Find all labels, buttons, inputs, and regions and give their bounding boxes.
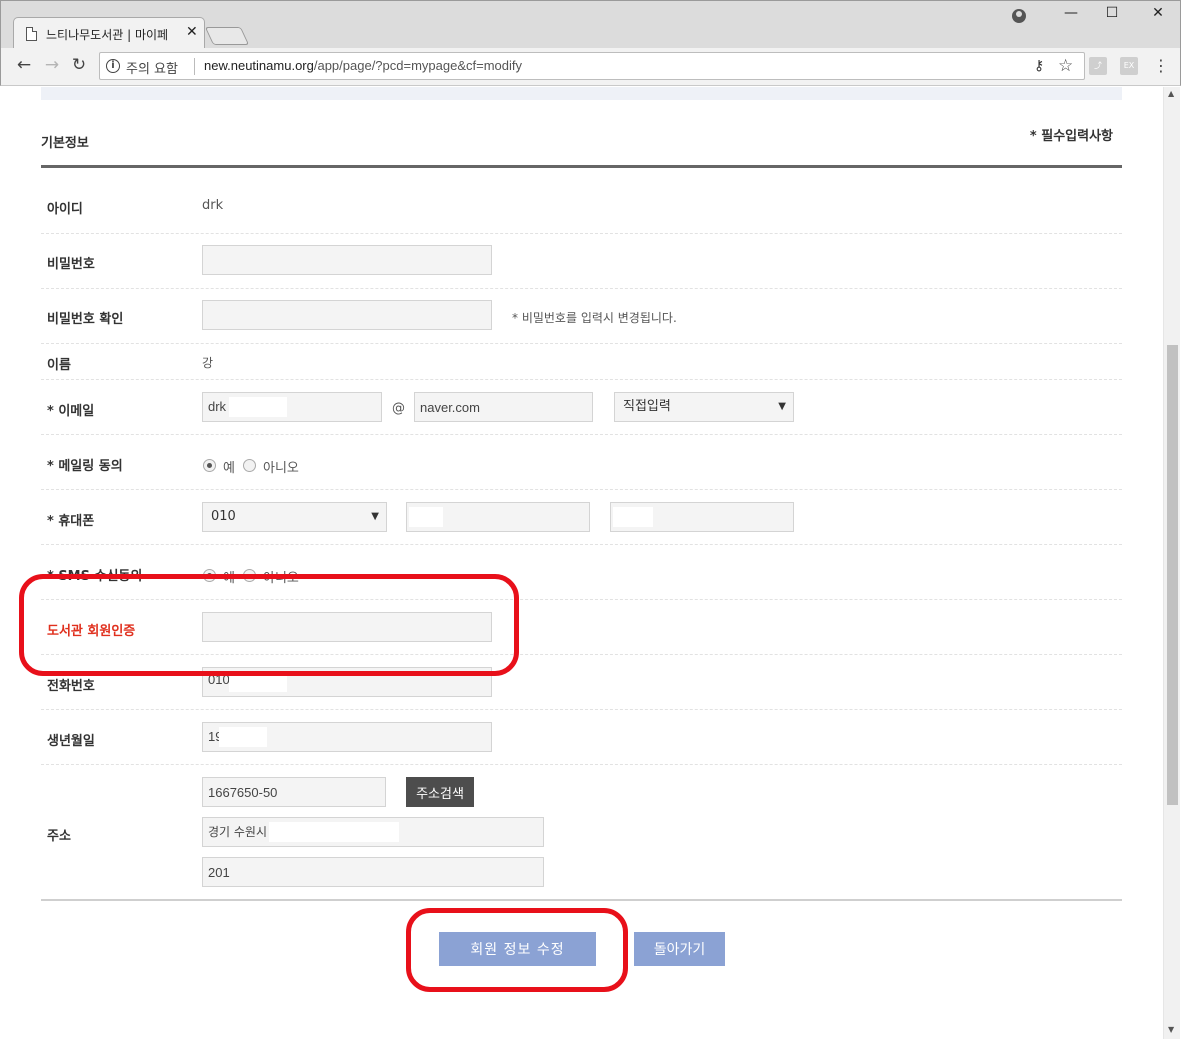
info-icon[interactable]: i xyxy=(106,59,120,73)
page-scrollbar[interactable]: ▲ ▼ xyxy=(1163,87,1180,1039)
mailing-yes-label[interactable]: 예 xyxy=(223,457,235,476)
maximize-button[interactable]: ☐ xyxy=(1097,5,1127,21)
scroll-up-arrow-icon[interactable]: ▲ xyxy=(1168,89,1174,98)
email-domain-select[interactable]: 직접입력 ▼ xyxy=(614,392,794,422)
redaction-mask xyxy=(409,507,443,527)
label-password-confirm: 비밀번호 확인 xyxy=(47,312,124,327)
browser-titlebar: 느티나무도서관 | 마이페 ✕ — ☐ ✕ xyxy=(0,0,1181,49)
browser-tab[interactable]: 느티나무도서관 | 마이페 ✕ xyxy=(13,17,205,49)
pdf-icon[interactable]: ⤴ xyxy=(1089,57,1107,75)
section-divider xyxy=(41,165,1122,168)
top-banner-strip xyxy=(41,87,1122,100)
password-confirm-field[interactable] xyxy=(202,300,492,330)
row-divider xyxy=(41,379,1122,380)
forward-arrow-icon[interactable]: → xyxy=(41,55,63,75)
row-divider xyxy=(41,764,1122,765)
label-address: 주소 xyxy=(47,829,71,844)
row-divider xyxy=(41,233,1122,234)
row-divider xyxy=(41,343,1122,344)
section-title: 기본정보 xyxy=(41,136,89,151)
new-tab-button[interactable] xyxy=(204,27,250,45)
row-divider xyxy=(41,544,1122,545)
page-viewport: 기본정보 * 필수입력사항 아이디 drk 비밀번호 비밀번호 확인 * 비밀번… xyxy=(1,87,1163,1039)
mailing-yes-radio[interactable] xyxy=(203,459,216,472)
mobile-prefix-select[interactable]: 010 ▼ xyxy=(202,502,387,532)
id-value: drk xyxy=(202,198,224,213)
key-icon[interactable]: ⚷ xyxy=(1034,58,1044,74)
scroll-thumb[interactable] xyxy=(1167,345,1178,805)
form-bottom-divider xyxy=(41,899,1122,901)
ex-icon[interactable]: EX xyxy=(1120,57,1138,75)
password-field[interactable] xyxy=(202,245,492,275)
address-search-button[interactable]: 주소검색 xyxy=(406,777,474,807)
row-divider xyxy=(41,434,1122,435)
back-arrow-icon[interactable]: ← xyxy=(13,55,35,75)
highlight-update-button xyxy=(406,908,628,992)
browser-toolbar: ← → ↻ i 주의 요함 new.neutinamu.org/app/page… xyxy=(0,48,1181,86)
email-domain-select-value: 직접입력 xyxy=(623,399,671,414)
user-account-icon[interactable] xyxy=(1012,9,1026,23)
required-note: * 필수입력사항 xyxy=(1029,129,1113,144)
password-helper-text: * 비밀번호를 입력시 변경됩니다. xyxy=(512,311,677,325)
label-mobile: * 휴대폰 xyxy=(47,514,95,529)
label-password: 비밀번호 xyxy=(47,257,95,272)
menu-icon[interactable]: ⋮ xyxy=(1153,56,1169,75)
label-mailing: * 메일링 동의 xyxy=(47,459,123,474)
row-divider xyxy=(41,489,1122,490)
label-id: 아이디 xyxy=(47,202,83,217)
document-icon xyxy=(26,27,37,41)
mobile-prefix-value: 010 xyxy=(211,509,236,524)
label-birth: 생년월일 xyxy=(47,734,95,749)
label-phone: 전화번호 xyxy=(47,679,95,694)
mailing-no-radio[interactable] xyxy=(243,459,256,472)
redaction-mask xyxy=(229,397,287,417)
redaction-mask xyxy=(269,822,399,842)
name-value: 강 xyxy=(202,356,214,370)
tab-title: 느티나무도서관 | 마이페 xyxy=(46,28,169,42)
go-back-button[interactable]: 돌아가기 xyxy=(634,932,725,966)
dropdown-arrow-icon: ▼ xyxy=(778,401,786,412)
close-window-button[interactable]: ✕ xyxy=(1143,5,1173,21)
email-domain-field[interactable] xyxy=(414,392,593,422)
url-text[interactable]: new.neutinamu.org/app/page/?pcd=mypage&c… xyxy=(204,58,522,73)
label-email: * 이메일 xyxy=(47,404,95,419)
address-line2-field[interactable] xyxy=(202,857,544,887)
minimize-button[interactable]: — xyxy=(1056,5,1086,21)
row-divider xyxy=(41,288,1122,289)
redaction-mask xyxy=(219,727,267,747)
redaction-mask xyxy=(613,507,653,527)
dropdown-arrow-icon: ▼ xyxy=(371,511,379,522)
address-bar[interactable]: i 주의 요함 new.neutinamu.org/app/page/?pcd=… xyxy=(99,52,1085,80)
row-divider xyxy=(41,709,1122,710)
scroll-down-arrow-icon[interactable]: ▼ xyxy=(1168,1025,1174,1034)
bookmark-star-icon[interactable]: ☆ xyxy=(1058,56,1073,76)
address-line1-value: 경기 수원시 xyxy=(208,825,268,839)
label-name: 이름 xyxy=(47,358,71,373)
highlight-library-auth xyxy=(19,574,519,676)
url-host: new.neutinamu.org xyxy=(204,58,314,73)
email-local-value: drk xyxy=(208,399,227,414)
reload-icon[interactable]: ↻ xyxy=(68,55,90,75)
zipcode-field[interactable] xyxy=(202,777,386,807)
security-label: 주의 요함 xyxy=(126,62,178,77)
mailing-no-label[interactable]: 아니오 xyxy=(263,457,299,476)
url-path: /app/page/?pcd=mypage&cf=modify xyxy=(313,58,522,73)
tab-close-icon[interactable]: ✕ xyxy=(186,24,198,40)
at-sign: @ xyxy=(392,401,405,416)
omnibox-divider xyxy=(194,58,195,75)
